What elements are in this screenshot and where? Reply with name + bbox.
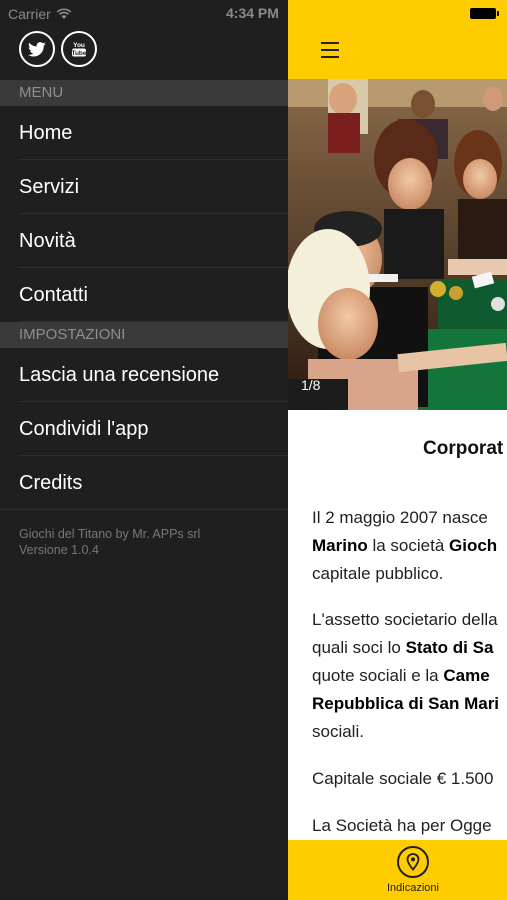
p2-line5: sociali. — [312, 722, 364, 741]
main-panel: 1/8 Corporat Il 2 maggio 2007 nasce Mari… — [288, 0, 507, 900]
p2-bold2: Came — [443, 666, 490, 685]
youtube-button[interactable]: You Tube — [61, 31, 97, 67]
p2-line2: quali soci lo Stato di Sa — [312, 634, 499, 662]
status-time: 4:34 PM — [226, 5, 279, 21]
menu-item-condividi[interactable]: Condividi l'app — [0, 402, 288, 456]
side-menu: Carrier 4:34 PM You Tube MENU Home Servi… — [0, 0, 288, 900]
casino-photo — [288, 79, 507, 410]
p2-bold1: Stato di Sa — [405, 638, 494, 657]
p1-bold2: Gioch — [449, 536, 498, 555]
map-pin-icon — [397, 846, 429, 878]
p2-text1: quali soci lo — [312, 638, 406, 657]
p2-text2: quote sociali e la — [312, 666, 444, 685]
carrier-label: Carrier — [8, 6, 51, 22]
twitter-icon — [28, 41, 46, 56]
article-content: Corporat Il 2 maggio 2007 nasce Marino l… — [288, 410, 507, 840]
youtube-icon: You Tube — [71, 42, 86, 57]
svg-text:Tube: Tube — [71, 50, 86, 57]
p1-text: la società — [367, 536, 449, 555]
status-bar-left: Carrier — [8, 5, 72, 23]
menu-item-credits[interactable]: Credits — [0, 456, 288, 510]
article-paragraph-4: La Società ha per Ogge — [312, 816, 492, 835]
footer-company: Giochi del Titano by Mr. APPs srl — [19, 527, 201, 541]
article-paragraph-3: Capitale sociale € 1.500 — [312, 769, 494, 788]
p1-line3: capitale pubblico. — [312, 564, 444, 583]
tab-indicazioni-label: Indicazioni — [387, 882, 439, 894]
battery-icon — [470, 8, 499, 19]
footer-version: Versione 1.0.4 — [19, 543, 99, 557]
tab-indicazioni[interactable]: Indicazioni — [381, 846, 445, 894]
menu-item-contatti[interactable]: Contatti — [0, 268, 288, 322]
p1-line1: Il 2 maggio 2007 nasce — [312, 508, 488, 527]
wifi-icon — [56, 8, 72, 19]
app-footer: Giochi del Titano by Mr. APPs srl Versio… — [19, 526, 200, 558]
p2-line4: Repubblica di San Mari — [312, 690, 499, 718]
hamburger-menu-icon[interactable] — [321, 42, 339, 63]
tab-bar: Indicazioni — [288, 840, 507, 900]
p1-bold1: Marino — [312, 536, 368, 555]
navigation-bar — [288, 0, 507, 79]
svg-text:You: You — [73, 42, 85, 49]
social-links: You Tube — [19, 31, 97, 67]
twitter-button[interactable] — [19, 31, 55, 67]
section-header-menu: MENU — [0, 80, 288, 106]
article-paragraph-1: Il 2 maggio 2007 nasce Marino la società… — [312, 504, 497, 588]
article-paragraph-2: L'assetto societario della quali soci lo… — [312, 606, 499, 746]
gallery-counter: 1/8 — [301, 377, 321, 393]
menu-item-home[interactable]: Home — [0, 106, 288, 160]
p1-line2: Marino la società Gioch — [312, 532, 497, 560]
article-title: Corporat — [423, 438, 504, 459]
section-header-settings: IMPOSTAZIONI — [0, 322, 288, 348]
gallery-photo[interactable]: 1/8 — [288, 79, 507, 410]
menu-item-servizi[interactable]: Servizi — [0, 160, 288, 214]
p2-bold3: Repubblica di San Mari — [312, 694, 500, 713]
p2-line1: L'assetto societario della — [312, 610, 498, 629]
menu-item-novita[interactable]: Novità — [0, 214, 288, 268]
p2-line3: quote sociali e la Came — [312, 662, 499, 690]
menu-item-recensione[interactable]: Lascia una recensione — [0, 348, 288, 402]
